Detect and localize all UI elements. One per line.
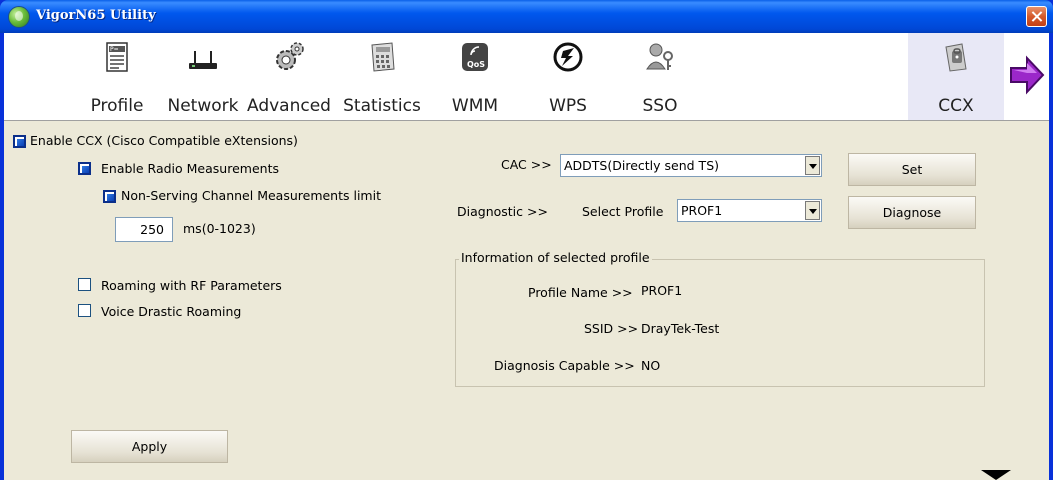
- cac-select[interactable]: ADDTS(Directly send TS): [560, 154, 822, 177]
- tab-advanced[interactable]: Advanced: [246, 33, 332, 120]
- non-serving-label: Non-Serving Channel Measurements limit: [121, 188, 381, 203]
- next-arrow-icon[interactable]: [1009, 55, 1045, 95]
- svg-text:P=: P=: [110, 46, 119, 53]
- ssid-label: SSID >>: [584, 321, 639, 336]
- tab-profile-label: Profile: [90, 96, 144, 116]
- enable-ccx-label: Enable CCX (Cisco Compatible eXtensions): [30, 133, 298, 148]
- select-profile-dropdown[interactable]: PROF1: [677, 199, 822, 222]
- measurement-limit-value: 250: [140, 222, 164, 237]
- select-profile-value: PROF1: [681, 203, 723, 218]
- app-window: VigorN65 Utility P= Profile Network Adva…: [0, 0, 1053, 480]
- tab-wmm-label: WMM: [451, 96, 499, 116]
- profile-name-value: PROF1: [641, 283, 683, 298]
- non-serving-checkbox[interactable]: [103, 190, 116, 203]
- tab-wps-label: WPS: [549, 96, 587, 116]
- enable-radio-label: Enable Radio Measurements: [101, 161, 279, 176]
- roaming-rf-checkbox[interactable]: [78, 278, 91, 291]
- tab-network[interactable]: Network: [160, 33, 246, 120]
- main-toolbar: P= Profile Network Advanced Statistics Q…: [4, 33, 1049, 121]
- set-button[interactable]: Set: [848, 153, 976, 186]
- tab-wps[interactable]: WPS: [525, 33, 611, 120]
- select-profile-label: Select Profile: [582, 204, 664, 219]
- profile-info-title: Information of selected profile: [459, 250, 652, 265]
- tab-statistics[interactable]: Statistics: [339, 33, 425, 120]
- network-icon: [189, 51, 217, 69]
- measurement-limit-unit: ms(0-1023): [183, 221, 256, 236]
- diagnostic-label: Diagnostic >>: [457, 204, 548, 219]
- enable-ccx-checkbox[interactable]: [13, 135, 26, 148]
- voice-roaming-checkbox[interactable]: [78, 304, 91, 317]
- apply-button[interactable]: Apply: [71, 430, 228, 463]
- tab-wmm[interactable]: QoS WMM: [432, 33, 518, 120]
- chevron-down-icon[interactable]: [805, 201, 820, 220]
- close-button[interactable]: [1026, 6, 1047, 27]
- tab-statistics-label: Statistics: [343, 96, 421, 116]
- tab-advanced-label: Advanced: [247, 96, 331, 116]
- measurement-limit-input[interactable]: 250: [115, 217, 173, 242]
- tab-ccx-label: CCX: [938, 96, 974, 116]
- tab-sso[interactable]: SSO: [617, 33, 703, 120]
- tab-profile[interactable]: P= Profile: [74, 33, 160, 120]
- ccx-icon: [945, 43, 967, 72]
- advanced-icon: [276, 42, 304, 70]
- wps-icon: [553, 42, 583, 72]
- cac-label: CAC >>: [501, 157, 552, 172]
- wmm-icon: QoS: [462, 43, 488, 71]
- ssid-value: DrayTek-Test: [641, 321, 720, 336]
- statistics-icon: [371, 42, 395, 72]
- scroll-down-icon[interactable]: [981, 470, 1011, 480]
- window-title: VigorN65 Utility: [36, 8, 156, 23]
- ccx-panel: Enable CCX (Cisco Compatible eXtensions)…: [4, 121, 1049, 480]
- tab-network-label: Network: [167, 96, 239, 116]
- tab-ccx[interactable]: CCX: [908, 33, 1004, 120]
- app-logo-icon: [8, 6, 30, 28]
- diag-capable-value: NO: [641, 358, 661, 373]
- tab-sso-label: SSO: [642, 96, 678, 116]
- sso-icon: [646, 43, 673, 70]
- profile-icon: P=: [106, 42, 128, 72]
- enable-radio-checkbox[interactable]: [78, 162, 91, 175]
- chevron-down-icon[interactable]: [805, 156, 820, 175]
- diag-capable-label: Diagnosis Capable >>: [494, 358, 635, 373]
- qos-badge: QoS: [467, 60, 485, 69]
- diagnose-button[interactable]: Diagnose: [848, 196, 976, 229]
- voice-roaming-label: Voice Drastic Roaming: [101, 304, 242, 319]
- profile-name-label: Profile Name >>: [528, 285, 633, 300]
- roaming-rf-label: Roaming with RF Parameters: [101, 278, 282, 293]
- cac-select-value: ADDTS(Directly send TS): [564, 158, 719, 173]
- title-bar[interactable]: VigorN65 Utility: [0, 0, 1053, 33]
